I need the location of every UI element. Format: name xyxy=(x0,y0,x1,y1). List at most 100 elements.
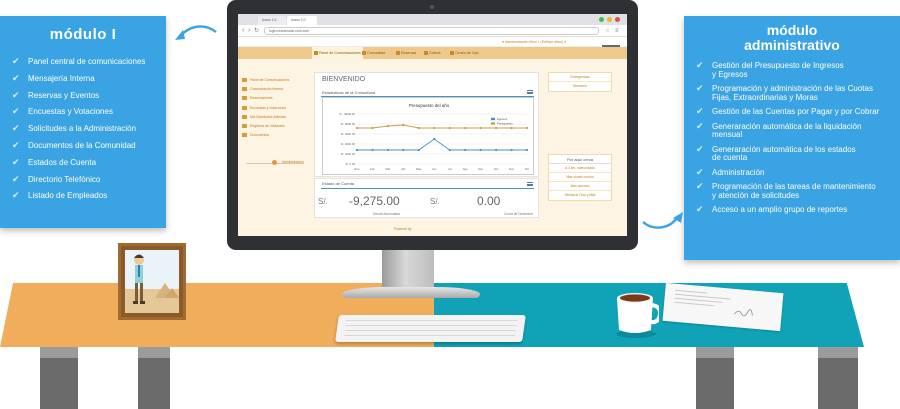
nearby-heading: Por aquí cerca xyxy=(549,155,611,164)
currency-symbol: S/. xyxy=(430,197,440,206)
window-maximize-icon[interactable] xyxy=(599,17,604,22)
feature-item: ✔ Gestión de las Cuentas por Pagar y por … xyxy=(696,106,900,117)
reload-icon[interactable]: ↻ xyxy=(254,26,259,36)
keyboard xyxy=(335,315,526,342)
address-bar[interactable]: login.residencial.com.com xyxy=(264,27,599,35)
budget-chart-svg: Presupuesto del año S/. 10000.00 S/. 8000.… xyxy=(339,103,530,171)
data-point xyxy=(371,148,374,152)
x-tick-label: Dic xyxy=(525,167,530,171)
data-point xyxy=(433,126,436,130)
nav-item[interactable]: Comunidad xyxy=(362,47,385,59)
x-tick-label: Ago xyxy=(463,167,468,171)
x-tick-label: Feb xyxy=(370,167,375,171)
accumulated-debt-caption: Deuda Acumulada xyxy=(373,212,400,216)
sidebar-item[interactable]: Encuestas y Votaciones xyxy=(242,104,306,113)
welcome-card: BIENVENIDO Estadísticas de la Comunidad … xyxy=(314,72,539,177)
sidebar-item[interactable]: Documentos xyxy=(242,131,306,140)
data-point xyxy=(371,126,374,130)
x-tick-label: Abr xyxy=(401,167,405,171)
check-icon: ✔ xyxy=(12,56,20,66)
nav-item[interactable]: Centro de Ops xyxy=(450,47,478,59)
feature-item: ✔ Programación de las tareas de mantenimi… xyxy=(696,181,900,200)
x-tick-label: May xyxy=(416,167,422,171)
photo-frame xyxy=(118,243,186,320)
browser-tab[interactable]: Icono 2.0 xyxy=(287,16,317,25)
visitor-icon xyxy=(242,124,247,129)
card-menu-icon[interactable] xyxy=(527,182,533,186)
panel-title-line: administrativo xyxy=(744,37,840,53)
account-state-heading: Estado de Cuenta xyxy=(322,181,355,186)
bookmark-star-icon[interactable]: ☆ xyxy=(605,26,609,36)
check-icon: ✔ xyxy=(696,204,704,214)
signature-icon xyxy=(734,309,753,317)
nearby-item[interactable]: A 3 km, comunicado xyxy=(549,164,611,173)
user-menu[interactable]: ● Administración Mod 1 (Edificio altos) … xyxy=(502,37,566,47)
browser-tabs: Icono 1.0 Icono 2.0 xyxy=(238,14,627,25)
feature-item: ✔ Gestión del Presupuesto de Ingresos y Eg… xyxy=(696,60,900,79)
emergencies-button[interactable]: Emergencias xyxy=(549,73,611,82)
forward-arrow-icon[interactable]: › xyxy=(248,26,250,36)
check-icon: ✔ xyxy=(696,166,704,177)
feature-label: Administración xyxy=(712,167,765,177)
desk-leg xyxy=(696,358,734,409)
check-icon: ✔ xyxy=(12,72,20,83)
nav-item[interactable]: Cobros xyxy=(424,47,441,59)
card-menu-icon[interactable] xyxy=(527,90,533,94)
feature-item: ✔ Directorio Telefónico xyxy=(12,173,166,193)
window-close-icon[interactable] xyxy=(615,17,620,22)
calendar-icon xyxy=(396,51,400,56)
directory-button[interactable]: Directorio xyxy=(549,82,611,91)
check-icon: ✔ xyxy=(12,156,20,167)
back-arrow-icon[interactable]: ‹ xyxy=(242,26,244,36)
data-point xyxy=(525,148,529,152)
sidebar-item[interactable]: Reservaciones xyxy=(242,94,306,103)
sidebar-item[interactable]: Registros de Visitantes xyxy=(242,122,306,131)
legend-label: Egresos xyxy=(497,117,508,121)
feature-label: Listado de Empleados xyxy=(28,191,108,201)
x-tick-label: Nov xyxy=(509,167,515,171)
feature-label: Acceso a un amplio grupo de reportes xyxy=(712,205,848,214)
x-tick-label: Jun xyxy=(432,167,437,171)
check-icon: ✔ xyxy=(696,181,704,191)
nav-item[interactable]: Reservas xyxy=(396,47,416,59)
sidebar-item[interactable]: Comunicación Interna xyxy=(242,85,306,94)
browser-tab[interactable]: Icono 1.0 xyxy=(258,16,286,25)
desk-leg xyxy=(818,358,858,409)
feature-label: Encuestas y Votaciones xyxy=(28,107,113,117)
x-tick-label: Jul xyxy=(448,167,452,171)
sidebar-label: Encuestas y Votaciones xyxy=(250,105,287,110)
nav-label: Reservas xyxy=(401,51,417,55)
panel-title: módulo administrativo xyxy=(684,23,900,53)
divider xyxy=(321,188,534,189)
sidebar-item[interactable]: Panel de Comunicaciones xyxy=(242,76,306,85)
mode-slider-handle[interactable] xyxy=(272,160,277,165)
curved-arrow-right-icon xyxy=(642,212,683,229)
sidebar-label: Documentos xyxy=(250,133,270,138)
feature-label: Fijas, Extraordinarias y Moras xyxy=(712,92,818,102)
page-title: BIENVENIDO xyxy=(322,76,366,83)
sidebar-item[interactable]: Mis Solicitudes Abiertas xyxy=(242,113,306,122)
curved-arrow-left-icon xyxy=(175,25,217,40)
monitor-base xyxy=(342,287,480,298)
feature-label: Documentos de la Comunidad xyxy=(28,140,136,150)
check-icon: ✔ xyxy=(696,60,704,70)
check-icon: ✔ xyxy=(12,173,20,184)
check-icon: ✔ xyxy=(696,106,704,116)
desk-leg xyxy=(138,358,170,409)
calendar-icon xyxy=(242,96,247,101)
nearby-item[interactable]: Ventas al Ocio y Más xyxy=(549,191,611,200)
footer-text: Powered by xyxy=(394,227,412,231)
browser-menu-icon[interactable]: ≡ xyxy=(615,26,619,36)
account-state-card: Estado de Cuenta S/. -9,275.00 Deuda Acu… xyxy=(314,178,539,218)
nav-item[interactable]: Panel de Comunicaciones xyxy=(312,47,363,59)
feature-label: Estados de Cuenta xyxy=(28,157,97,167)
request-icon xyxy=(242,114,247,119)
nearby-item[interactable]: Más cercano xyxy=(549,182,611,191)
nearby-item[interactable]: Más cuarto común xyxy=(549,173,611,182)
feature-item: ✔ Acceso a un amplio grupo de reportes xyxy=(696,204,900,215)
window-minimize-icon[interactable] xyxy=(607,17,612,22)
feature-item: ✔ Programación y administración de las Cu… xyxy=(696,84,900,102)
megaphone-icon xyxy=(242,78,247,83)
data-point xyxy=(402,123,405,127)
feature-panel-modulo-1: módulo I ✔ Panel central de comunicacione… xyxy=(0,16,166,228)
